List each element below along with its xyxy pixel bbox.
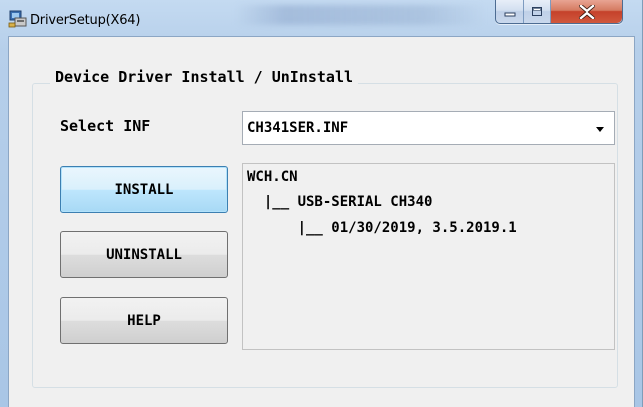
maximize-button[interactable] bbox=[524, 0, 551, 23]
close-icon bbox=[578, 4, 595, 19]
uninstall-button[interactable]: UNINSTALL bbox=[60, 231, 228, 278]
select-inf-label: Select INF bbox=[60, 117, 151, 135]
driver-setup-icon bbox=[8, 10, 27, 28]
caption-buttons bbox=[495, 0, 623, 24]
help-button[interactable]: HELP bbox=[60, 297, 228, 344]
group-title: Device Driver Install / UnInstall bbox=[50, 67, 359, 87]
window-title: DriverSetup(X64) bbox=[30, 13, 141, 28]
install-button[interactable]: INSTALL bbox=[60, 166, 228, 213]
maximize-icon bbox=[532, 7, 542, 16]
inf-select-dropdown[interactable]: CH341SER.INF bbox=[242, 111, 615, 145]
title-bar[interactable]: DriverSetup(X64) bbox=[0, 0, 642, 36]
info-device-line: |__ USB-SERIAL CH340 bbox=[247, 194, 433, 210]
driver-info-panel: WCH.CN |__ USB-SERIAL CH340 |__ 01/30/20… bbox=[242, 163, 615, 350]
info-version-line: |__ 01/30/2019, 3.5.2019.1 bbox=[247, 220, 517, 236]
minimize-button[interactable] bbox=[496, 0, 524, 23]
title-bar-blur bbox=[235, 5, 485, 25]
close-button[interactable] bbox=[551, 0, 622, 23]
inf-select-value: CH341SER.INF bbox=[247, 120, 349, 136]
chevron-down-icon[interactable] bbox=[596, 127, 604, 132]
info-vendor-line: WCH.CN bbox=[247, 169, 298, 185]
minimize-icon bbox=[504, 12, 515, 16]
